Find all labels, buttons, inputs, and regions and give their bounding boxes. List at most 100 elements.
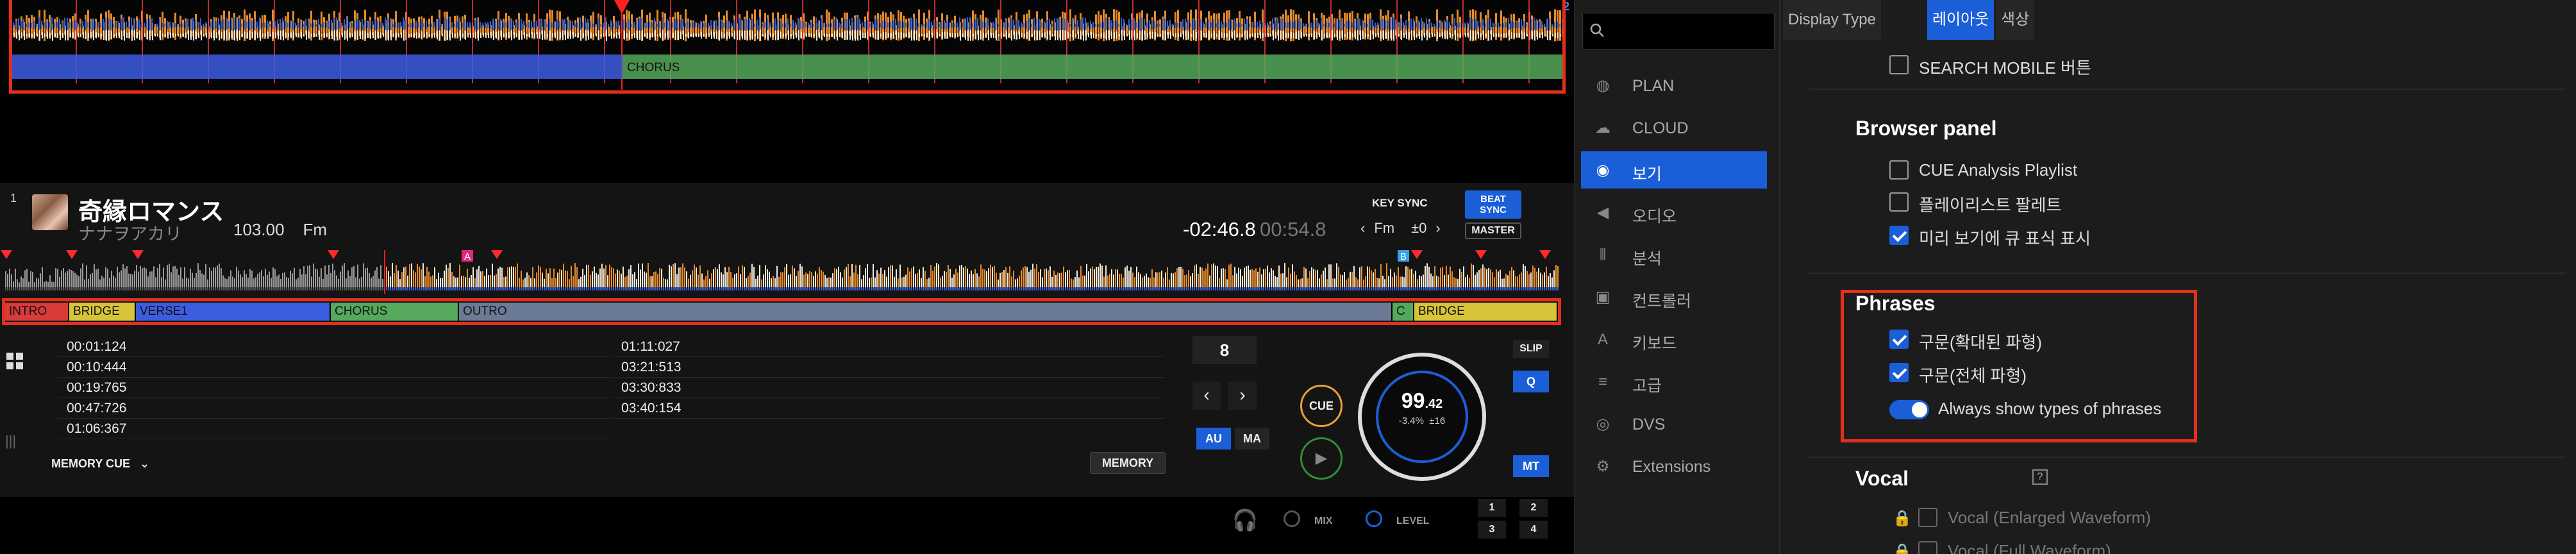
label-search-mobile: SEARCH MOBILE 버튼 <box>1919 58 2091 78</box>
phrase-bar[interactable]: INTRO BRIDGE VERSE1 CHORUS OUTRO C BRIDGE <box>5 303 1558 321</box>
toggle-always-show-phrase-types[interactable] <box>1889 400 1929 419</box>
deck-select-3[interactable]: 3 <box>1478 521 1506 539</box>
mix-knob[interactable] <box>1284 510 1300 527</box>
section-title-phrases: Phrases <box>1855 292 1936 315</box>
key-up-button[interactable]: › <box>1435 220 1440 236</box>
section-title-vocal: Vocal <box>1855 467 1909 490</box>
cue-row[interactable]: 01:06:367 <box>58 419 609 439</box>
tab-color[interactable]: 색상 <box>1996 0 2035 40</box>
key-sync-button[interactable]: KEY SYNC <box>1372 197 1428 210</box>
headphone-icon[interactable]: 🎧 <box>1232 508 1258 532</box>
enlarged-waveform[interactable]: CHORUS 2 <box>0 0 1574 96</box>
corner-deck-number: 2 <box>1563 0 1570 13</box>
level-label: LEVEL <box>1396 516 1430 526</box>
key-adjust-row: ‹ Fm ±0 › <box>1360 220 1450 237</box>
cue-row[interactable]: 00:47:726 <box>58 398 609 419</box>
phrase-segment[interactable]: OUTRO <box>459 303 1393 321</box>
cue-row[interactable]: 03:21:513 <box>612 357 1164 378</box>
time-elapsed: 00:54.8 <box>1260 218 1326 240</box>
manual-cue-button[interactable]: MA <box>1235 428 1269 449</box>
checkbox-preview-cue-markers[interactable] <box>1889 226 1909 245</box>
cue-row[interactable]: 03:40:154 <box>612 398 1164 419</box>
sidebar-item-1[interactable]: ☁ CLOUD <box>1581 109 1767 146</box>
track-artist: ナナヲアカリ <box>78 224 182 244</box>
play-button[interactable]: ▶ <box>1300 437 1342 480</box>
master-button[interactable]: MASTER <box>1465 222 1521 239</box>
tab-display-type[interactable]: Display Type <box>1783 0 1881 40</box>
hot-cue-badge[interactable]: B <box>1400 251 1407 262</box>
mix-label: MIX <box>1314 516 1333 526</box>
overview-waveform[interactable]: AB <box>0 250 1574 294</box>
slip-button[interactable]: SLIP <box>1513 340 1549 358</box>
cue-button[interactable]: CUE <box>1300 385 1342 427</box>
phrase-segment[interactable]: BRIDGE <box>69 303 136 321</box>
beat-sync-button[interactable]: BEAT SYNC <box>1465 190 1521 219</box>
cue-row[interactable]: 00:10:444 <box>58 357 609 378</box>
sidebar-item-3[interactable]: ◀ 오디오 <box>1581 194 1767 231</box>
auto-cue-button[interactable]: AU <box>1196 428 1231 449</box>
label-cue-analysis-playlist: CUE Analysis Playlist <box>1919 160 2078 180</box>
deck-select-4[interactable]: 4 <box>1519 521 1548 539</box>
quantize-button[interactable]: Q <box>1513 371 1549 392</box>
master-tempo-button[interactable]: MT <box>1513 455 1549 477</box>
pitch-value: -3.4% <box>1398 416 1424 426</box>
sidebar-item-label: 분석 <box>1632 250 1662 268</box>
memory-button[interactable]: MEMORY <box>1090 452 1166 474</box>
sidebar-item-label: Extensions <box>1632 458 1711 476</box>
cue-row[interactable]: 00:19:765 <box>58 378 609 398</box>
beat-jump-forward-button[interactable]: › <box>1228 382 1257 410</box>
track-key: Fm <box>303 220 327 239</box>
cue-row[interactable]: 01:11:027 <box>612 337 1164 357</box>
search-input[interactable] <box>1582 13 1775 50</box>
hot-cue-badge[interactable]: A <box>464 251 471 262</box>
overview-waveform-graphic: AB <box>1 250 1559 294</box>
phrase-segment[interactable]: C <box>1393 303 1414 321</box>
enlarged-phrase-label: CHORUS <box>627 61 680 74</box>
beat-jump-value[interactable]: 8 <box>1192 336 1257 364</box>
sidebar-item-4[interactable]: ⦀ 분석 <box>1581 236 1767 273</box>
divider <box>1809 88 2566 90</box>
memory-cue-list: 00:01:124 00:10:444 00:19:765 00:47:726 01:0… <box>0 337 1186 441</box>
list-icon: ≡ <box>1598 373 1607 390</box>
deck-select-2[interactable]: 2 <box>1519 499 1548 517</box>
tab-layout[interactable]: 레이아웃 <box>1927 0 1995 40</box>
deck-select-1[interactable]: 1 <box>1478 499 1506 517</box>
help-icon[interactable]: ? <box>2032 469 2048 485</box>
sidebar-item-8[interactable]: ◎ DVS <box>1581 405 1767 442</box>
divider <box>1809 273 2566 274</box>
section-title-browser-panel: Browser panel <box>1855 117 1997 140</box>
eye-icon: ◉ <box>1596 162 1610 179</box>
checkbox-phrases-enlarged[interactable] <box>1889 330 1909 349</box>
level-knob[interactable] <box>1366 510 1382 527</box>
cue-row[interactable]: 03:30:833 <box>612 378 1164 398</box>
pitch-range: ±16 <box>1429 416 1446 426</box>
checkbox-search-mobile[interactable] <box>1889 55 1909 74</box>
deck-area: CHORUS 2 1 奇縁ロマンス ナナヲアカリ 103.00 Fm -02:4… <box>0 0 1574 554</box>
sidebar-item-5[interactable]: ▣ 컨트롤러 <box>1581 278 1767 315</box>
phrase-segment[interactable]: INTRO <box>5 303 69 321</box>
sidebar-item-9[interactable]: ⚙ Extensions <box>1581 448 1767 485</box>
sidebar-item-label: DVS <box>1632 416 1666 433</box>
key-down-button[interactable]: ‹ <box>1360 220 1365 236</box>
sidebar-item-label: CLOUD <box>1632 119 1689 137</box>
label-vocal-enlarged: Vocal (Enlarged Waveform) <box>1948 508 2151 527</box>
checkbox-cue-analysis-playlist[interactable] <box>1889 160 1909 180</box>
sidebar-item-0[interactable]: ◍ PLAN <box>1581 67 1767 104</box>
sidebar-item-6[interactable]: A 키보드 <box>1581 321 1767 358</box>
checkbox-playlist-palette[interactable] <box>1889 192 1909 212</box>
cue-row[interactable]: 00:01:124 <box>58 337 609 357</box>
sidebar-item-2[interactable]: ◉ 보기 <box>1581 151 1767 189</box>
beat-jump-back-button[interactable]: ‹ <box>1192 382 1221 410</box>
sidebar-item-label: 고급 <box>1632 377 1662 395</box>
phrase-segment[interactable]: VERSE1 <box>136 303 331 321</box>
phrase-segment[interactable]: CHORUS <box>331 303 459 321</box>
checkbox-phrases-full[interactable] <box>1889 363 1909 382</box>
sidebar-item-label: 키보드 <box>1632 335 1677 353</box>
enlarged-waveform-graphic <box>10 0 1564 90</box>
phrase-segment[interactable]: BRIDGE <box>1414 303 1558 321</box>
phrase-segment-chorus <box>623 55 1564 79</box>
track-bpm-key: 103.00 Fm <box>233 220 327 240</box>
sidebar-item-7[interactable]: ≡ 고급 <box>1581 363 1767 400</box>
jog-wheel[interactable]: 99.42 -3.4% ±16 <box>1358 353 1486 481</box>
memory-cue-dropdown[interactable]: MEMORY CUE ⌄ <box>51 457 149 471</box>
